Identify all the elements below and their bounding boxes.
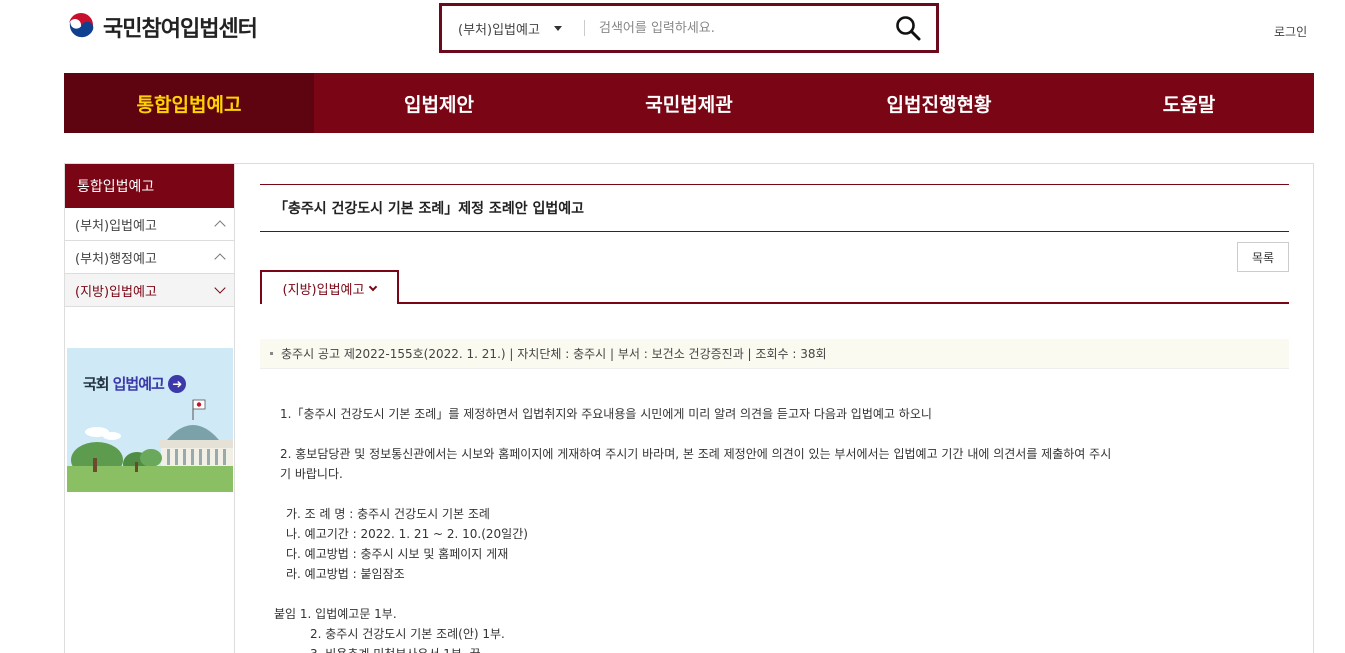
body-paragraph-2: 2. 홍보담당관 및 정보통신관에서는 시보와 홈페이지에 게재하여 주시기 바… <box>280 447 1112 461</box>
sidebar-title: 통합입법예고 <box>65 164 234 208</box>
search-input[interactable] <box>585 20 880 36</box>
tab-label: (지방)입법예고 <box>282 282 365 298</box>
attachment-1: 붙임 1. 입법예고문 1부. <box>274 607 397 621</box>
search-button[interactable] <box>880 6 936 50</box>
national-assembly-building-illustration <box>67 399 233 492</box>
search-category-value: (부처)입법예고 <box>458 22 540 38</box>
list-button[interactable]: 목록 <box>1237 242 1289 272</box>
nav-item-legislative-proposal[interactable]: 입법제안 <box>314 73 564 133</box>
attachment-3: 3. 비용추계 미첨부사유서 1부. 끝. <box>280 644 1270 653</box>
notice-detail: 「충주시 건강도시 기본 조례」제정 조례안 입법예고 목록 (지방)입법예고 … <box>260 184 1289 653</box>
site-logo[interactable]: 국민참여입법센터 <box>65 10 258 44</box>
search-category-select[interactable]: (부처)입법예고 <box>442 19 584 38</box>
notice-meta: 충주시 공고 제2022-155호(2022. 1. 21.) | 자치단체 :… <box>260 339 1289 369</box>
login-link[interactable]: 로그인 <box>1274 23 1307 40</box>
sidebar-item-label: (지방)입법예고 <box>75 284 157 300</box>
national-assembly-notice-banner[interactable]: 국회 입법예고 ➜ <box>67 348 233 492</box>
chevron-down-icon <box>369 282 378 291</box>
detail-item-period: 나. 예고기간 : 2022. 1. 21 ~ 2. 10.(20일간) <box>286 527 528 541</box>
attachment-2: 2. 충주시 건강도시 기본 조례(안) 1부. <box>310 627 505 641</box>
body-paragraph-1: 1.「충주시 건강도시 기본 조례」를 제정하면서 입법취지와 주요내용을 시민… <box>280 407 932 421</box>
main-nav: 통합입법예고 입법제안 국민법제관 입법진행현황 도움말 <box>64 73 1314 133</box>
search-bar: (부처)입법예고 <box>439 3 939 53</box>
sidebar-item-label: (부처)입법예고 <box>75 218 157 234</box>
notice-body: 1.「충주시 건강도시 기본 조례」를 제정하면서 입법취지와 주요내용을 시민… <box>274 404 1270 653</box>
notice-title: 「충주시 건강도시 기본 조례」제정 조례안 입법예고 <box>260 184 1289 232</box>
detail-item-name: 가. 조 례 명 : 충주시 건강도시 기본 조례 <box>286 507 490 521</box>
tab-local-notice[interactable]: (지방)입법예고 <box>260 270 399 304</box>
tab-bar: (지방)입법예고 <box>260 270 1289 304</box>
main-container: 통합입법예고 (부처)입법예고 (부처)행정예고 (지방)입법예고 국회 입법예… <box>64 163 1314 653</box>
nav-item-legislative-status[interactable]: 입법진행현황 <box>814 73 1064 133</box>
sidebar: 통합입법예고 (부처)입법예고 (부처)행정예고 (지방)입법예고 국회 입법예… <box>65 164 235 653</box>
detail-item-method-2: 라. 예고방법 : 붙임잠조 <box>286 567 405 581</box>
sidebar-item-label: (부처)행정예고 <box>75 251 157 267</box>
taegeuk-logo-icon <box>66 12 96 42</box>
chevron-up-icon <box>214 220 226 232</box>
nav-item-help[interactable]: 도움말 <box>1064 73 1314 133</box>
search-icon <box>896 16 921 41</box>
chevron-up-icon <box>214 253 226 265</box>
sidebar-item-ministry-admin-notice[interactable]: (부처)행정예고 <box>65 241 234 274</box>
logo-text: 국민참여입법센터 <box>103 17 258 42</box>
detail-item-method: 다. 예고방법 : 충주시 시보 및 홈페이지 게재 <box>286 547 509 561</box>
body-paragraph-2-cont: 기 바랍니다. <box>280 467 343 481</box>
sidebar-item-ministry-notice[interactable]: (부처)입법예고 <box>65 208 234 241</box>
nav-item-citizen-legislator[interactable]: 국민법제관 <box>564 73 814 133</box>
notice-meta-text: 충주시 공고 제2022-155호(2022. 1. 21.) | 자치단체 :… <box>281 347 827 361</box>
bullet-icon <box>270 352 273 355</box>
chevron-down-icon <box>214 282 226 294</box>
nav-item-integrated-notice[interactable]: 통합입법예고 <box>64 73 314 133</box>
sidebar-item-local-notice[interactable]: (지방)입법예고 <box>65 274 234 307</box>
caret-down-icon <box>553 25 562 31</box>
